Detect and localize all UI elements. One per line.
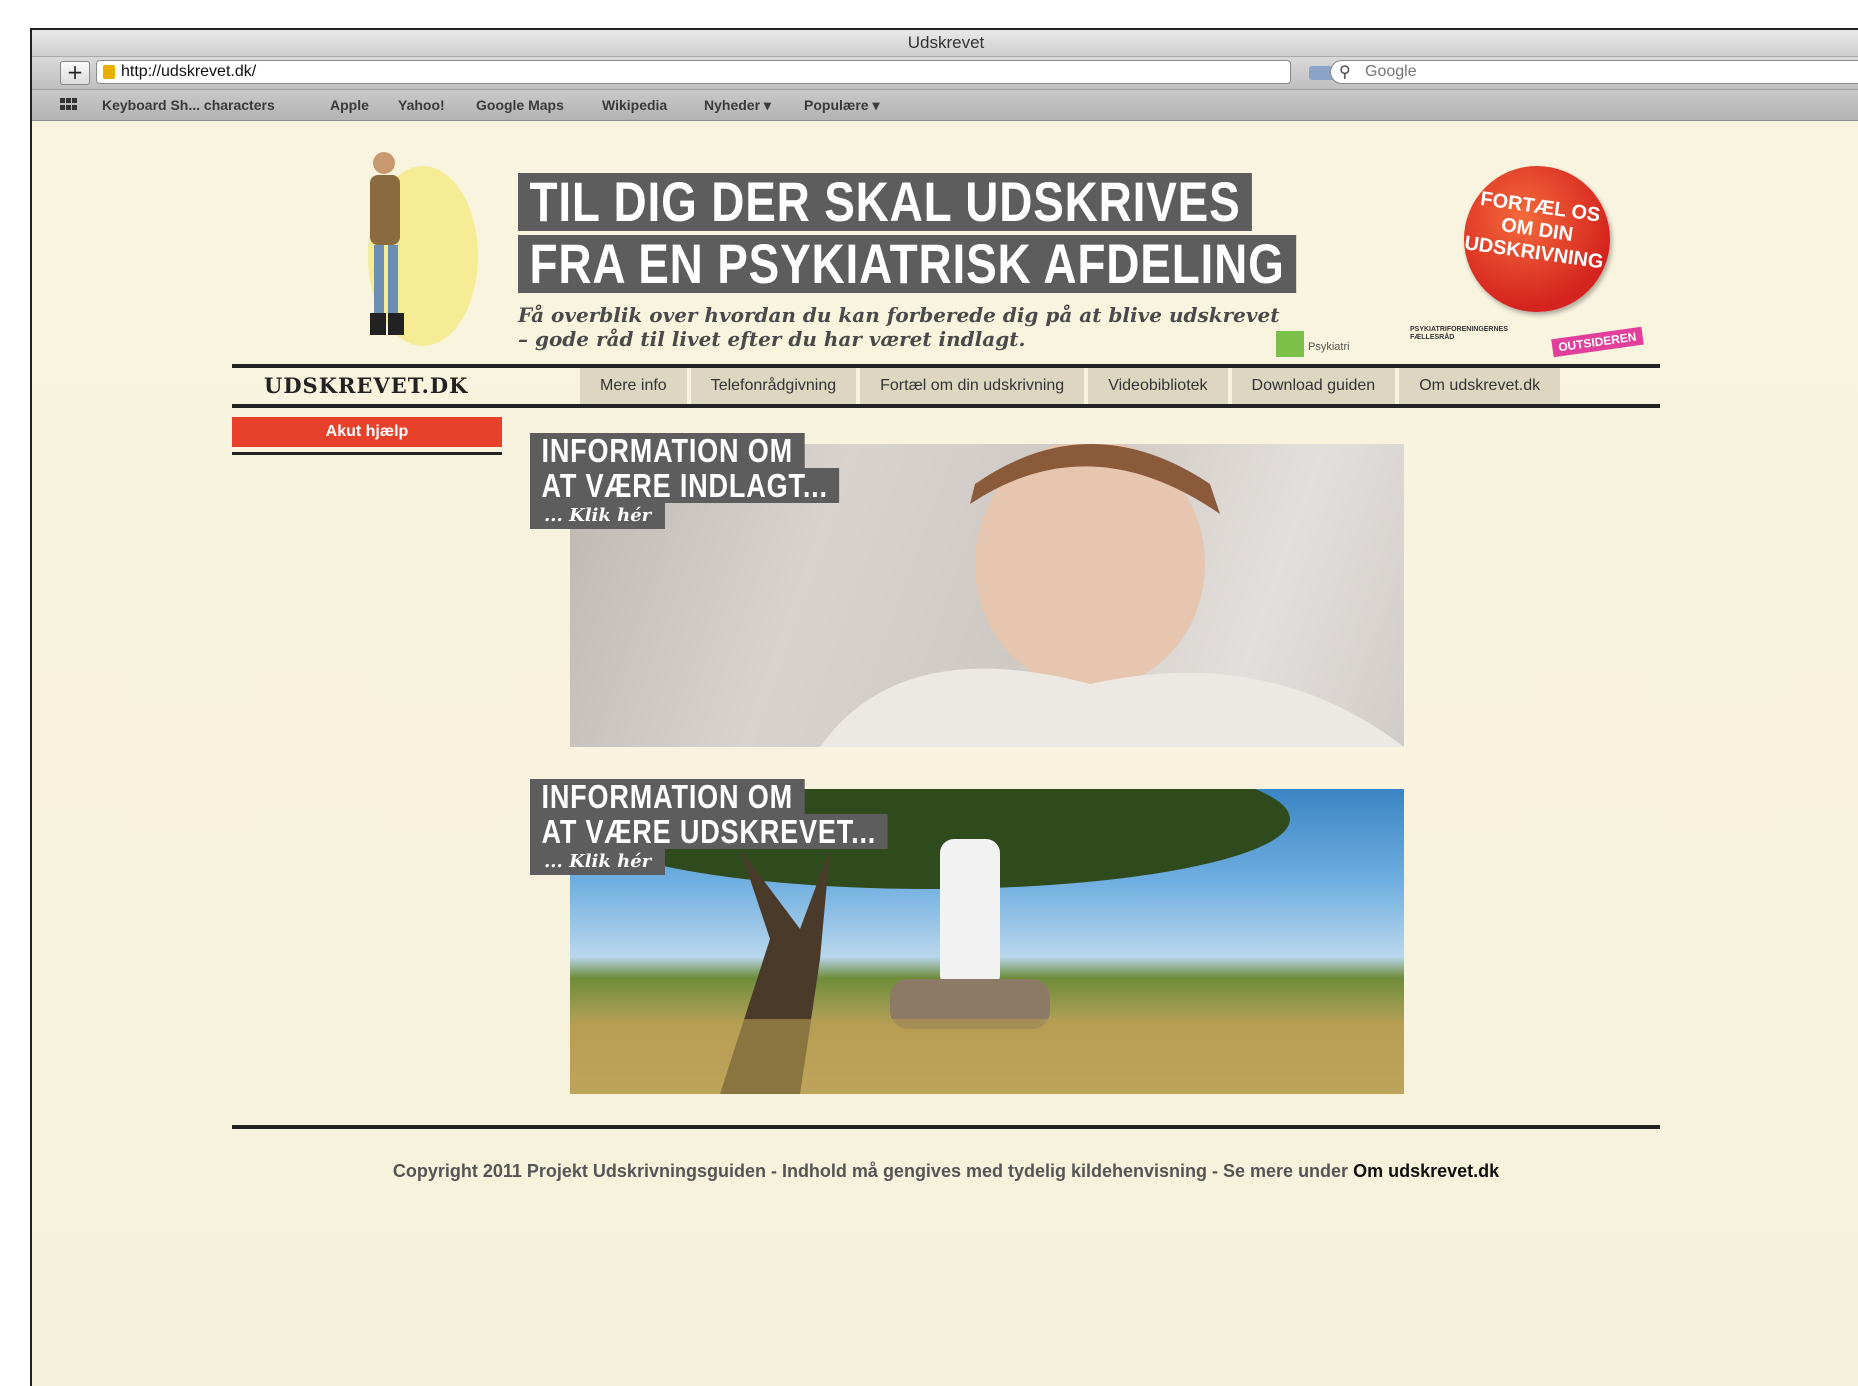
subheadline-line-2: – gode råd til livet efter du har været … [518, 327, 1026, 351]
feature-indlagt-klik[interactable]: ... Klik hér [530, 503, 666, 529]
search-icon: ⚲ [1339, 62, 1351, 81]
nav-divider-bottom [232, 404, 1660, 408]
subheadline: Få overblik over hvordan du kan forbered… [518, 303, 1279, 351]
bookmark-apple[interactable]: Apple [330, 97, 369, 113]
nav-item-mere-info[interactable]: Mere info [580, 368, 687, 404]
bookmark-wikipedia[interactable]: Wikipedia [602, 97, 667, 113]
site-name[interactable]: UDSKREVET.DK [264, 373, 468, 398]
bookmarks-bar: Keyboard Sh... characters Apple Yahoo! G… [32, 90, 1858, 121]
footer-divider [232, 1125, 1660, 1129]
feature-indlagt-link[interactable]: INFORMATION OM AT VÆRE INDLAGT... ... Kl… [530, 433, 907, 529]
nav-item-fortael[interactable]: Fortæl om din udskrivning [860, 368, 1085, 404]
feature-udskrevet-klik[interactable]: ... Klik hér [530, 849, 666, 875]
tell-us-badge[interactable]: FORTÆL OS OM DIN UDSKRIVNING [1463, 166, 1610, 312]
headline: TIL DIG DER SKAL UDSKRIVES FRA EN PSYKIA… [518, 173, 1467, 293]
footer-copyright: Copyright 2011 Projekt Udskrivningsguide… [392, 1161, 1354, 1181]
headline-line-2: FRA EN PSYKIATRISK AFDELING [518, 235, 1297, 293]
nav-item-download-guiden[interactable]: Download guiden [1231, 368, 1396, 404]
psykiatri-logo-icon [1276, 331, 1304, 357]
web-page: TIL DIG DER SKAL UDSKRIVES FRA EN PSYKIA… [32, 121, 1858, 1386]
nav-item-videobibliotek[interactable]: Videobibliotek [1088, 368, 1228, 404]
psykiatri-logo-text: Psykiatri [1308, 341, 1350, 353]
browser-toolbar: + http://udskrevet.dk/ c ⚲ [32, 57, 1858, 90]
walking-figure-illustration [368, 152, 478, 346]
feature-udskrevet-link[interactable]: INFORMATION OM AT VÆRE UDSKREVET... ... … [530, 779, 966, 875]
search-field[interactable]: ⚲ [1330, 60, 1858, 84]
footer-om-link[interactable]: Om udskrevet.dk [1353, 1161, 1499, 1181]
headline-line-1: TIL DIG DER SKAL UDSKRIVES [518, 173, 1253, 231]
footer: Copyright 2011 Projekt Udskrivningsguide… [232, 1161, 1660, 1182]
sidebar-divider [232, 452, 502, 455]
feature-udskrevet-line-1: INFORMATION OM [530, 779, 805, 814]
bookmark-populaere[interactable]: Populære ▾ [804, 97, 879, 114]
feature-udskrevet-line-2: AT VÆRE UDSKREVET... [530, 814, 888, 849]
nav-item-telefonraadgivning[interactable]: Telefonrådgivning [690, 368, 857, 404]
search-input[interactable] [1365, 63, 1845, 81]
bookmarks-grid-icon[interactable] [60, 98, 78, 110]
bookmark-nyheder[interactable]: Nyheder ▾ [704, 97, 771, 114]
favicon-icon [103, 65, 115, 79]
akut-hjaelp-button[interactable]: Akut hjælp [232, 417, 502, 447]
address-bar[interactable]: http://udskrevet.dk/ c [96, 60, 1375, 84]
feature-indlagt-line-2: AT VÆRE INDLAGT... [530, 468, 840, 503]
main-nav: Mere info Telefonrådgivning Fortæl om di… [580, 368, 1561, 404]
url-text[interactable]: http://udskrevet.dk/ [121, 63, 256, 81]
window-title: Udskrevet [907, 33, 985, 52]
subheadline-line-1: Få overblik over hvordan du kan forbered… [518, 303, 1280, 327]
faellesraad-logo: PSYKIATRIFORENINGERNES FÆLLESRÅD [1410, 326, 1508, 341]
bookmark-google-maps[interactable]: Google Maps [476, 97, 564, 113]
badge-text: FORTÆL OS OM DIN UDSKRIVNING [1460, 186, 1614, 275]
browser-window: Udskrevet + http://udskrevet.dk/ c ⚲ Key… [30, 28, 1858, 1386]
title-bar: Udskrevet [32, 30, 1858, 57]
add-bookmark-button[interactable]: + [60, 61, 90, 85]
feature-indlagt-line-1: INFORMATION OM [530, 433, 805, 468]
bookmark-yahoo[interactable]: Yahoo! [398, 97, 445, 113]
outsideren-logo: OUTSIDEREN [1551, 326, 1644, 358]
nav-item-om-udskrevet[interactable]: Om udskrevet.dk [1399, 368, 1561, 404]
bookmark-keyboard[interactable]: Keyboard Sh... characters [102, 97, 275, 113]
